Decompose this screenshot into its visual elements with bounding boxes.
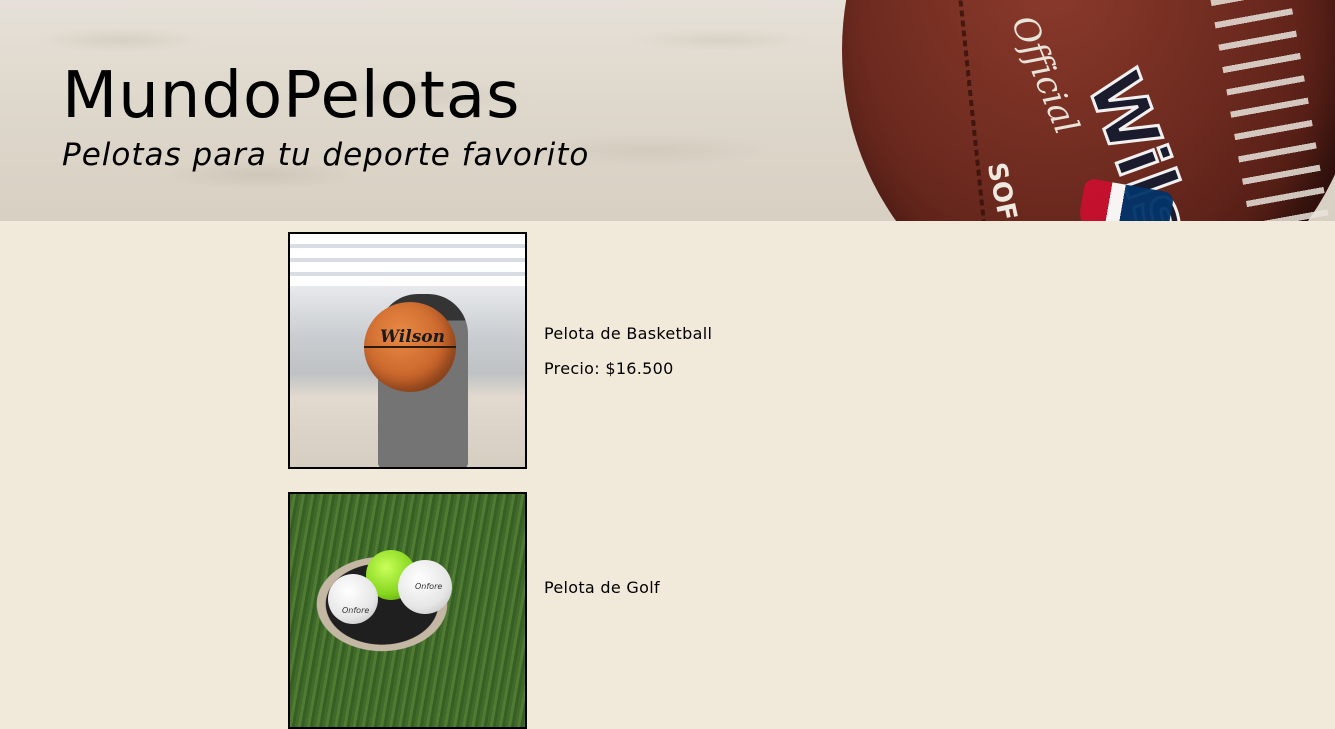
golf-ball-brand-text: Onfore — [342, 606, 370, 615]
hero-text: MundoPelotas Pelotas para tu deporte fav… — [62, 64, 589, 172]
site-title: MundoPelotas — [62, 59, 521, 133]
site-subtitle: Pelotas para tu deporte favorito — [62, 137, 590, 173]
hero-banner: Official Wilson SOF MundoPelotas Pelotas… — [0, 0, 1335, 221]
product-info: Pelota de Golf — [544, 578, 660, 597]
golf-ball-icon — [328, 574, 378, 624]
product-name: Pelota de Golf — [544, 578, 660, 597]
product-item-golf[interactable]: Onfore Onfore Pelota de Golf — [288, 492, 660, 729]
product-name: Pelota de Basketball — [544, 323, 713, 343]
product-info: Pelota de Basketball Precio: $16.500 — [544, 324, 712, 378]
basketball-photo[interactable]: Wilson — [288, 232, 527, 469]
golf-balls-photo[interactable]: Onfore Onfore — [288, 492, 527, 729]
basketball-brand-text: Wilson — [380, 327, 445, 347]
golf-ball-brand-text: Onfore — [415, 582, 443, 591]
product-price: Precio: $16.500 — [544, 358, 674, 378]
product-item-basketball[interactable]: Wilson Pelota de Basketball Precio: $16.… — [288, 232, 712, 469]
